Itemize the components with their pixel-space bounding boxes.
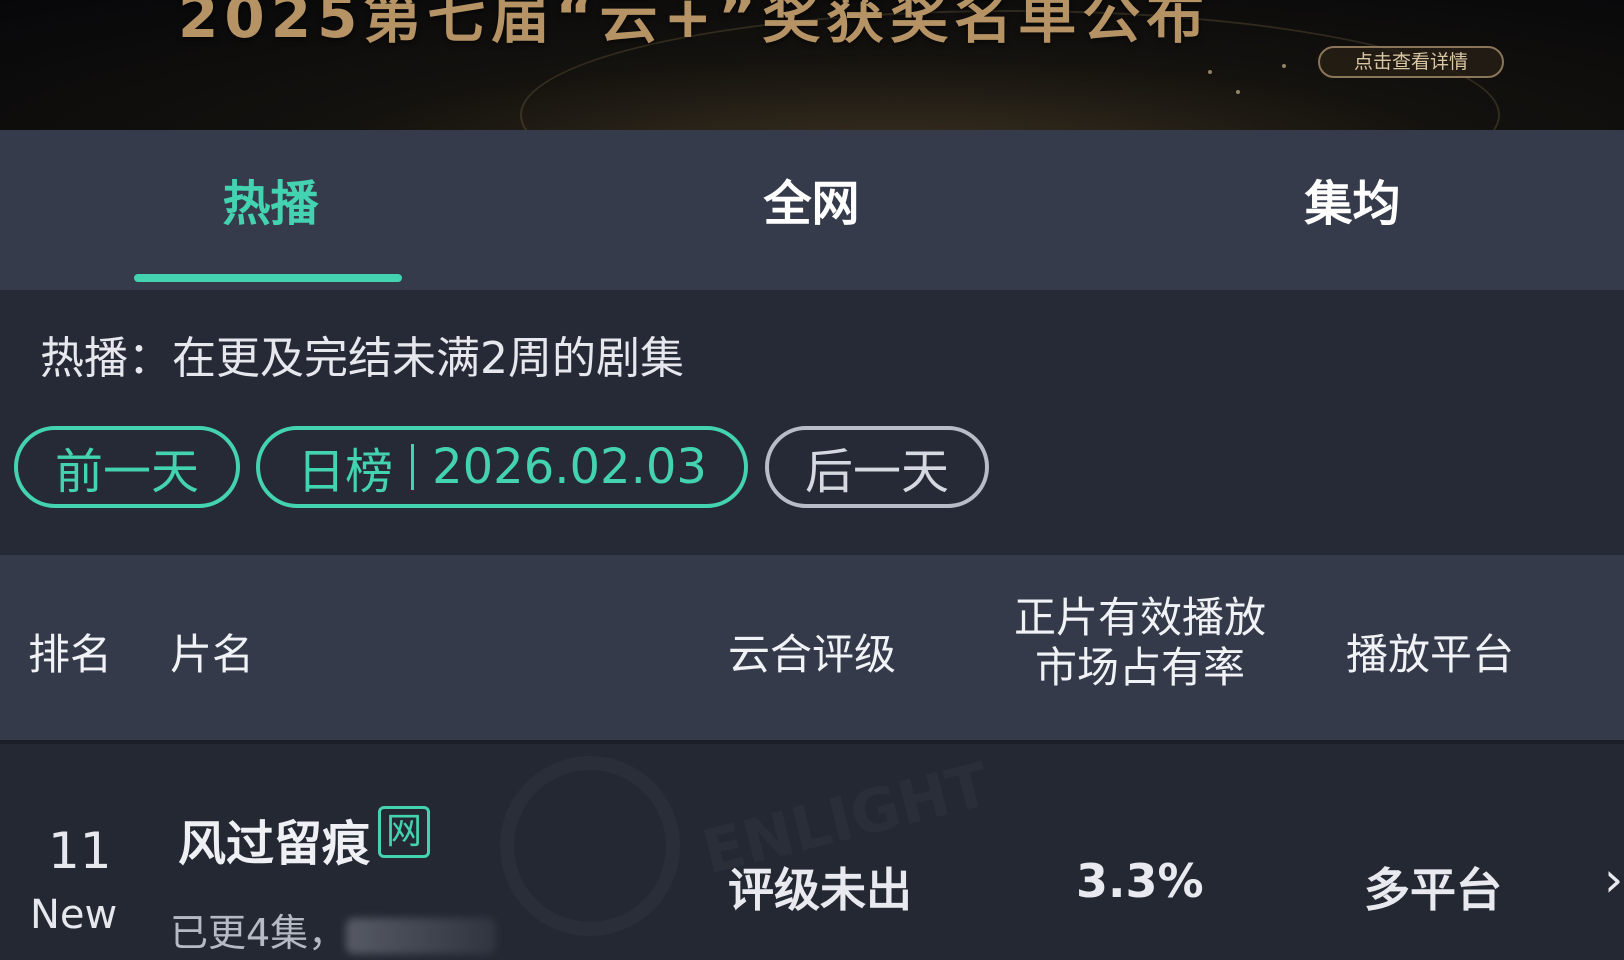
filter-section: 热播：在更及完结未满2周的剧集 前一天 日榜 2026.02.03 后一天 <box>0 290 1624 555</box>
star-decoration <box>1282 64 1286 68</box>
row-subtitle: 已更4集， <box>170 902 497 957</box>
tab-bar: 热播 全网 集均 <box>0 130 1624 290</box>
star-decoration <box>1236 90 1240 94</box>
header-market-share: 正片有效播放 市场占有率 <box>1004 593 1276 693</box>
blurred-text <box>346 917 497 954</box>
top-banner[interactable]: 2025第七届“云+”奖获奖名单公布 点击查看详情 <box>0 0 1624 130</box>
watermark-logo <box>500 756 680 936</box>
tab-per-episode[interactable]: 集均 <box>1082 130 1623 290</box>
prev-day-button[interactable]: 前一天 <box>14 426 240 508</box>
date-mode-label: 日榜 <box>297 444 394 500</box>
row-platform: 多平台 <box>1364 863 1502 917</box>
row-market-share: 3.3% <box>1076 854 1204 908</box>
chevron-right-icon[interactable]: › <box>1604 852 1623 908</box>
header-platform: 播放平台 <box>1346 630 1515 679</box>
header-title: 片名 <box>170 630 255 679</box>
date-value: 2026.02.03 <box>432 439 707 495</box>
date-separator <box>411 444 415 490</box>
tab-all-network[interactable]: 全网 <box>541 130 1082 290</box>
header-rank: 排名 <box>28 630 113 679</box>
date-selector[interactable]: 日榜 2026.02.03 <box>256 426 748 508</box>
row-episode-info: 已更4集， <box>170 911 347 955</box>
web-drama-tag: 网 <box>378 806 430 858</box>
row-rank: 11 <box>48 822 112 880</box>
header-market-share-line2: 市场占有率 <box>1034 643 1245 692</box>
row-new-badge: New <box>30 892 118 938</box>
header-market-share-line1: 正片有效播放 <box>1013 593 1266 642</box>
active-tab-indicator <box>134 274 402 282</box>
banner-title: 2025第七届“云+”奖获奖名单公布 <box>178 0 1211 51</box>
filter-description: 热播：在更及完结未满2周的剧集 <box>40 333 684 384</box>
table-header: 排名 片名 云合评级 正片有效播放 市场占有率 播放平台 <box>0 555 1624 740</box>
table-row[interactable]: ENLIGHT 11 New 风过留痕 网 已更4集， 评级未出 3.3% 多平… <box>0 744 1624 960</box>
banner-details-button[interactable]: 点击查看详情 <box>1318 46 1504 78</box>
row-title: 风过留痕 <box>178 816 371 872</box>
header-rating: 云合评级 <box>728 630 897 679</box>
tab-hot[interactable]: 热播 <box>0 130 541 290</box>
row-rating: 评级未出 <box>728 863 912 917</box>
star-decoration <box>1208 70 1212 74</box>
next-day-button[interactable]: 后一天 <box>765 426 989 508</box>
